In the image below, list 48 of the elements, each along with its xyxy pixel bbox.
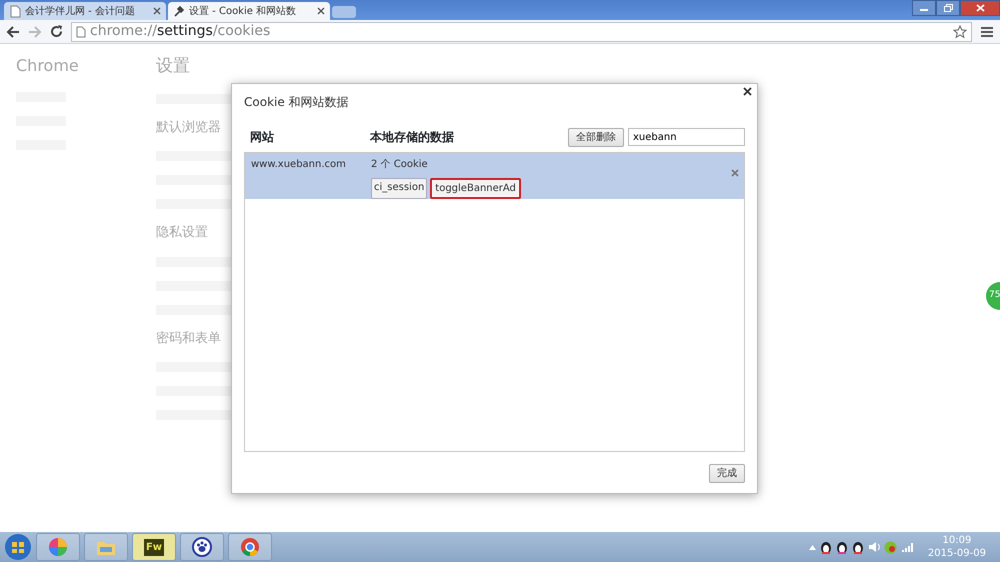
cookie-count: 2 个 Cookie <box>371 158 429 172</box>
close-icon <box>976 4 984 12</box>
menu-icon[interactable] <box>980 26 994 38</box>
section-heading: 默认浏览器 <box>156 118 221 136</box>
penguin-icon[interactable] <box>836 540 848 554</box>
column-header: 本地存储的数据 <box>370 129 454 146</box>
page-icon <box>76 26 86 38</box>
column-header: 网站 <box>249 129 275 146</box>
cookie-chip[interactable]: toggleBannerAd <box>430 178 521 199</box>
close-button[interactable] <box>960 0 1000 16</box>
remove-all-button[interactable]: 全部删除 <box>568 128 624 146</box>
section-heading: 密码和表单 <box>156 330 221 348</box>
clock-date: 2015-09-09 <box>928 547 986 560</box>
clock-time: 10:09 <box>942 534 972 547</box>
search-field[interactable]: xuebann <box>628 128 745 146</box>
remove-icon[interactable] <box>731 169 739 177</box>
penguin-icon[interactable] <box>820 540 832 554</box>
close-icon[interactable] <box>743 87 752 96</box>
chrome-icon <box>240 537 260 557</box>
address-bar[interactable]: chrome://settings/cookies <box>71 22 972 42</box>
penguin-icon[interactable] <box>852 540 864 554</box>
taskbar-app[interactable]: Fw <box>132 533 176 561</box>
back-icon[interactable] <box>6 26 20 38</box>
start-button[interactable] <box>4 533 32 561</box>
reload-icon[interactable] <box>50 25 63 38</box>
taskbar-app[interactable] <box>180 533 224 561</box>
paw-icon <box>192 537 212 557</box>
taskbar-app[interactable] <box>228 533 272 561</box>
pinwheel-icon <box>48 537 68 557</box>
done-button[interactable]: 完成 <box>709 464 745 483</box>
section-heading: 隐私设置 <box>156 224 208 242</box>
restore-button[interactable] <box>936 0 960 16</box>
site-name: www.xuebann.com <box>251 158 347 172</box>
browser-tab[interactable]: 设置 - Cookie 和网站数 <box>168 2 330 20</box>
restore-icon <box>944 4 952 12</box>
star-icon[interactable] <box>953 24 967 38</box>
close-icon[interactable] <box>153 7 161 15</box>
cookie-chip[interactable]: ci_session <box>371 178 428 199</box>
wrench-icon <box>173 4 185 18</box>
page-icon <box>9 4 21 18</box>
browser-tab[interactable]: 会计学伴儿网 - 会计问题 <box>4 2 166 20</box>
page-heading: 设置 <box>156 55 190 78</box>
app-logo: Fw <box>144 538 164 556</box>
dialog-title: Cookie 和网站数据 <box>244 94 350 111</box>
site-row[interactable]: www.xuebann.com 2 个 Cookie ci_session toggleBannerAd <box>245 153 744 199</box>
sidebar-title: Chrome <box>16 55 79 77</box>
close-icon[interactable] <box>317 7 325 15</box>
minimize-button[interactable] <box>912 0 936 16</box>
